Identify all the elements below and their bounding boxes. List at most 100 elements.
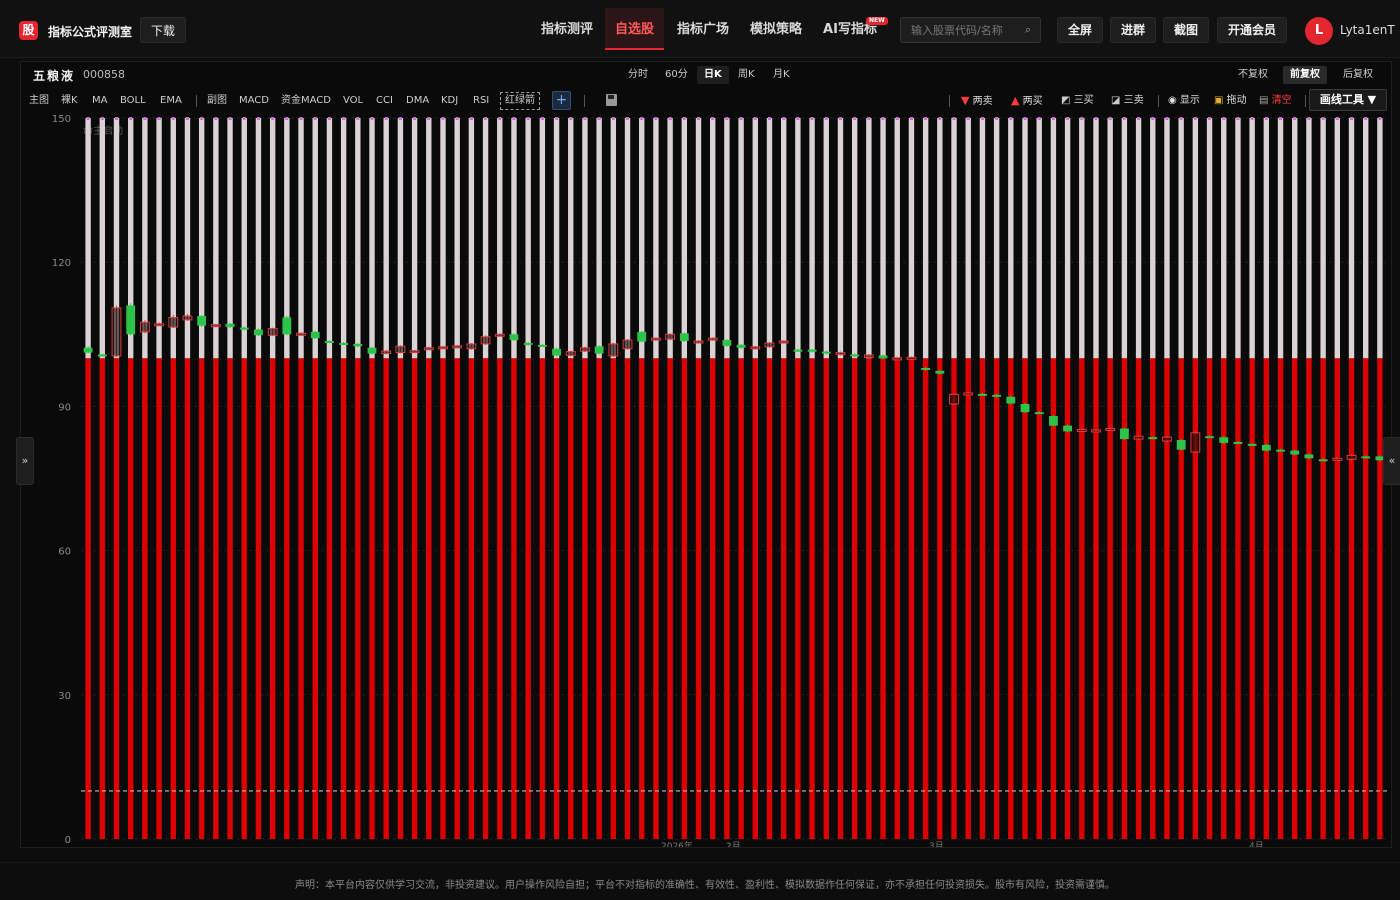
lower-bar (269, 358, 276, 839)
top-marker (753, 117, 757, 120)
stock-search[interactable]: ⌕ (900, 17, 1041, 43)
brand-title[interactable]: 指标公式评测室 (48, 23, 132, 40)
candle-body (1332, 457, 1343, 461)
download-button[interactable]: 下载 (140, 17, 187, 43)
indicator-sub[interactable]: 副图 (207, 93, 227, 109)
candle-body (1247, 443, 1257, 446)
upper-bar (426, 118, 432, 359)
vip-button[interactable]: 开通会员 (1217, 17, 1288, 43)
top-marker (1066, 117, 1070, 120)
user-avatar[interactable]: L (1305, 17, 1333, 45)
stock-search-input[interactable] (901, 18, 1021, 42)
draw-show-toggle[interactable]: ◉ 显示 (1168, 93, 1200, 109)
adjust-none[interactable]: 不复权 (1231, 66, 1275, 84)
top-marker (1307, 117, 1311, 120)
lower-bar (922, 358, 929, 839)
add-indicator-button[interactable]: + (552, 91, 571, 110)
lower-bar (823, 358, 829, 839)
top-marker (1236, 117, 1240, 120)
candle-body (878, 355, 888, 359)
app-logo-icon[interactable]: 股 (19, 21, 38, 40)
indicator-fund-macd[interactable]: 资金MACD (281, 93, 331, 109)
indicator-boll[interactable]: BOLL (120, 93, 146, 109)
period-tab-intraday[interactable]: 分时 (621, 66, 655, 84)
draw-clear-button[interactable]: ▤ 清空 (1259, 93, 1292, 109)
indicator-dma[interactable]: DMA (406, 93, 429, 109)
adjust-forward[interactable]: 前复权 (1283, 66, 1327, 84)
lower-bar (1249, 358, 1255, 839)
candle-body (139, 321, 150, 333)
draw-three-sell[interactable]: ◪ 三卖 (1111, 93, 1144, 109)
candle-body (83, 347, 93, 353)
top-marker (895, 117, 899, 120)
indicator-ema[interactable]: EMA (160, 93, 182, 109)
candle-body (1190, 432, 1201, 453)
upper-bar (1235, 118, 1241, 359)
lower-bar (951, 358, 957, 839)
upper-bar (440, 118, 446, 359)
candle-body (978, 393, 987, 396)
candle-body (480, 336, 491, 345)
candle-body (736, 344, 746, 348)
candle-body (778, 340, 789, 344)
period-tab-daily[interactable]: 日K (697, 66, 729, 84)
period-tab-60min[interactable]: 60分 (658, 66, 695, 84)
indicator-rsi[interactable]: RSI (473, 93, 489, 109)
kline-chart[interactable]: 0306090120150命主启动2026年2月3月4月 (21, 114, 1391, 847)
indicator-cci[interactable]: CCI (376, 93, 393, 109)
save-icon[interactable] (606, 94, 617, 106)
upper-bar (411, 118, 418, 359)
candle-body (1091, 429, 1101, 433)
top-marker (143, 117, 147, 120)
top-marker (526, 117, 530, 120)
draw-two-buy[interactable]: ▲ 两买 (1011, 93, 1043, 109)
lower-bar (681, 358, 688, 839)
nav-item-watchlist[interactable]: 自选股 (605, 8, 664, 50)
nav-item-indicator-review[interactable]: 指标测评 (530, 8, 604, 50)
indicator-vol[interactable]: VOL (343, 93, 363, 109)
adjust-backward[interactable]: 后复权 (1336, 66, 1380, 84)
drawing-tools-dropdown[interactable]: 画线工具 ▼ (1309, 89, 1387, 111)
trash-icon: ▤ (1259, 95, 1269, 106)
indicator-kdj[interactable]: KDJ (441, 93, 458, 109)
draw-drag-toggle[interactable]: ▣ 拖动 (1214, 93, 1247, 109)
indicator-ma[interactable]: MA (92, 93, 107, 109)
nav-item-ai-indicator[interactable]: AI写指标 (814, 8, 886, 50)
upper-bar (1277, 118, 1284, 359)
top-marker (909, 117, 913, 120)
join-group-button[interactable]: 进群 (1110, 17, 1157, 43)
top-marker (867, 117, 871, 120)
top-marker (285, 117, 289, 120)
upper-bar (582, 118, 588, 359)
indicator-macd[interactable]: MACD (239, 93, 269, 109)
draw-two-sell[interactable]: ▼ 两卖 (961, 93, 993, 109)
screenshot-button[interactable]: 截图 (1163, 17, 1210, 43)
lower-bar (497, 358, 503, 839)
lower-bar (142, 358, 148, 839)
user-name[interactable]: Lyta1enT (1340, 23, 1395, 37)
upper-bar (397, 118, 404, 359)
period-tab-monthly[interactable]: 月K (766, 66, 797, 84)
candle-body (537, 344, 547, 347)
left-collapse-toggle[interactable]: » (16, 437, 34, 485)
fullscreen-button[interactable]: 全屏 (1057, 17, 1104, 43)
candle-body (1105, 428, 1116, 432)
indicator-main[interactable]: 主图 (29, 93, 49, 109)
period-tab-weekly[interactable]: 周K (731, 66, 762, 84)
lower-bar (639, 358, 645, 839)
right-collapse-toggle[interactable]: « (1383, 437, 1400, 485)
draw-three-buy[interactable]: ◩ 三买 (1061, 93, 1094, 109)
candle-body (239, 327, 249, 330)
upper-bar (610, 118, 617, 359)
candle-body (1049, 416, 1058, 426)
search-icon[interactable]: ⌕ (1025, 23, 1031, 37)
candle-body (182, 315, 193, 321)
indicator-bare-k[interactable]: 裸K (61, 93, 78, 109)
nav-item-indicator-plaza[interactable]: 指标广场 (667, 8, 739, 50)
indicator-red-green-arrow[interactable]: 红绿箭 (500, 92, 540, 110)
candle-body (992, 394, 1002, 397)
nav-item-sim-strategy[interactable]: 模拟策略 (741, 8, 811, 50)
top-marker (995, 117, 999, 120)
lower-bar (965, 358, 971, 839)
lower-bar (156, 358, 162, 839)
